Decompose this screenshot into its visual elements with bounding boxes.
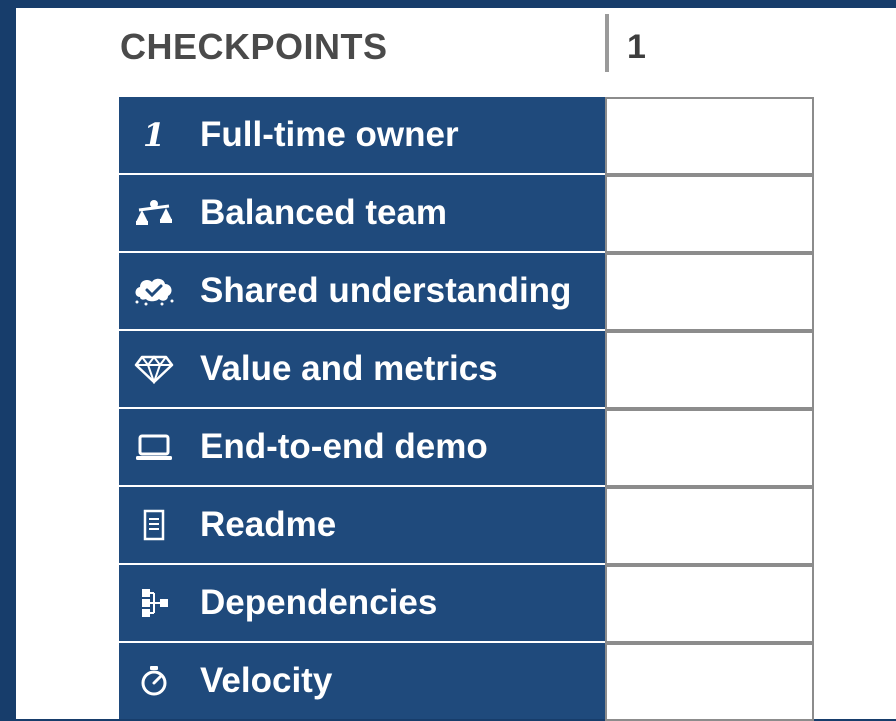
- brain-cloud-check-icon: [129, 274, 179, 308]
- checkpoint-check-cell[interactable]: [605, 175, 814, 253]
- document-icon: [129, 508, 179, 542]
- laptop-icon: [129, 430, 179, 464]
- checkpoint-label-cell: Dependencies: [119, 565, 605, 641]
- page-title: CHECKPOINTS: [120, 26, 388, 67]
- checkpoint-label: End-to-end demo: [200, 427, 488, 466]
- checkpoint-label-cell: Readme: [119, 487, 605, 563]
- checkpoint-check-cell[interactable]: [605, 253, 814, 331]
- checkpoint-label: Balanced team: [200, 193, 448, 232]
- checkpoint-label-cell: Shared understanding: [119, 253, 605, 329]
- checkpoint-row-velocity: Velocity: [119, 643, 814, 721]
- checkpoint-table: 1 Full-time owner Balanced team Shared u…: [119, 97, 814, 721]
- checkpoint-label: Full-time owner: [200, 115, 459, 154]
- checkpoint-row-balanced-team: Balanced team: [119, 175, 814, 253]
- checkpoint-label: Velocity: [200, 661, 333, 700]
- checkpoint-row-value-and-metrics: Value and metrics: [119, 331, 814, 409]
- checkpoint-check-cell[interactable]: [605, 643, 814, 721]
- column-header: 1: [627, 28, 646, 66]
- checkpoint-row-end-to-end-demo: End-to-end demo: [119, 409, 814, 487]
- checkpoint-label-cell: Velocity: [119, 643, 605, 719]
- stopwatch-icon: [129, 664, 179, 698]
- checkpoint-label: Shared understanding: [200, 271, 572, 310]
- checkpoint-label-cell: 1 Full-time owner: [119, 97, 605, 173]
- checkpoint-row-shared-understanding: Shared understanding: [119, 253, 814, 331]
- checkpoint-check-cell[interactable]: [605, 487, 814, 565]
- checkpoint-label-cell: Balanced team: [119, 175, 605, 251]
- checkpoint-row-dependencies: Dependencies: [119, 565, 814, 643]
- checkpoint-check-cell[interactable]: [605, 97, 814, 175]
- checkpoint-row-full-time-owner: 1 Full-time owner: [119, 97, 814, 175]
- checkpoint-check-cell[interactable]: [605, 409, 814, 487]
- balance-scale-icon: [129, 196, 179, 230]
- number-one-icon: 1: [142, 116, 166, 154]
- checkpoint-row-readme: Readme: [119, 487, 814, 565]
- checkpoint-label-cell: Value and metrics: [119, 331, 605, 407]
- checkpoint-label: Value and metrics: [200, 349, 498, 388]
- checkpoint-label: Readme: [200, 505, 337, 544]
- checkpoint-check-cell[interactable]: [605, 331, 814, 409]
- checkpoint-label: Dependencies: [200, 583, 438, 622]
- checkpoint-label-cell: End-to-end demo: [119, 409, 605, 485]
- header-divider: [605, 14, 609, 72]
- diamond-icon: [129, 352, 179, 386]
- checkpoint-check-cell[interactable]: [605, 565, 814, 643]
- hierarchy-icon: [129, 586, 179, 620]
